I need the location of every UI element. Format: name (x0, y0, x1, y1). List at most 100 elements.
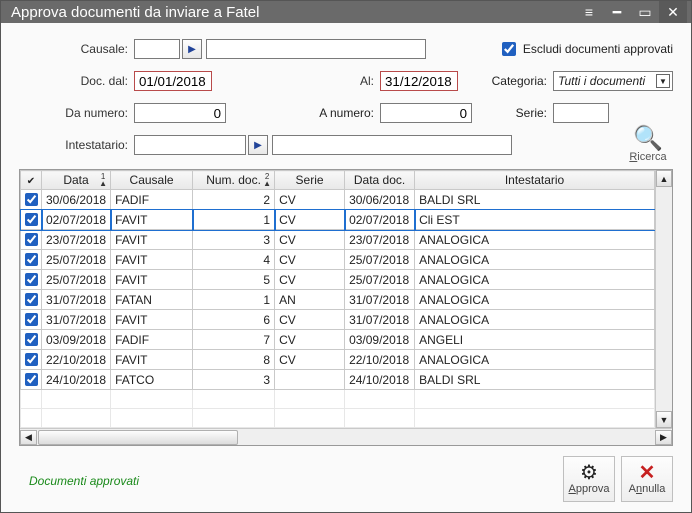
row-checkbox[interactable] (25, 213, 38, 226)
horizontal-scrollbar[interactable]: ◀ ▶ (20, 428, 672, 445)
da-numero-input[interactable] (134, 103, 226, 123)
row-checkbox[interactable] (25, 313, 38, 326)
serie-input[interactable] (553, 103, 609, 123)
cell-serie: CV (275, 270, 345, 290)
col-intest[interactable]: Intestatario (415, 171, 655, 190)
table-row[interactable]: 03/09/2018FADIF7CV03/09/2018ANGELI (21, 330, 655, 350)
cell-data: 30/06/2018 (42, 190, 111, 210)
cell-data: 03/09/2018 (42, 330, 111, 350)
escludi-approvati-input[interactable] (502, 42, 516, 56)
minimize-button[interactable]: ━ (603, 1, 631, 23)
table-row[interactable]: 22/10/2018FAVIT8CV22/10/2018ANALOGICA (21, 350, 655, 370)
col-causale[interactable]: Causale (111, 171, 193, 190)
cell-data: 31/07/2018 (42, 310, 111, 330)
intestatario-code-input[interactable] (134, 135, 246, 155)
row-checkbox[interactable] (25, 353, 38, 366)
cell-numdoc: 3 (193, 230, 275, 250)
col-serie[interactable]: Serie (275, 171, 345, 190)
causale-code-input[interactable] (134, 39, 180, 59)
label-serie: Serie: (491, 106, 553, 120)
doc-dal-input[interactable] (134, 71, 212, 91)
row-checkbox[interactable] (25, 293, 38, 306)
categoria-select[interactable]: Tutti i documenti ▼ (553, 71, 673, 91)
table-row[interactable]: 25/07/2018FAVIT4CV25/07/2018ANALOGICA (21, 250, 655, 270)
menu-button[interactable]: ≡ (575, 1, 603, 23)
table-row[interactable]: 30/06/2018FADIF2CV30/06/2018BALDI SRL (21, 190, 655, 210)
scroll-thumb[interactable] (38, 430, 238, 445)
label-anumero: A numero: (304, 106, 380, 120)
escludi-approvati-checkbox[interactable]: Escludi documenti approvati (498, 39, 673, 59)
cell-causale: FADIF (111, 190, 193, 210)
cell-datadoc: 02/07/2018 (345, 210, 415, 230)
a-numero-input[interactable] (380, 103, 472, 123)
cell-numdoc: 6 (193, 310, 275, 330)
row-checkbox[interactable] (25, 193, 38, 206)
documents-table[interactable]: ✔ Data1▲ Causale Num. doc.2▲ Serie Data … (20, 170, 655, 428)
scroll-left-arrow[interactable]: ◀ (20, 430, 37, 445)
row-checkbox[interactable] (25, 373, 38, 386)
approva-button[interactable]: ⚙ Approva (563, 456, 615, 502)
cell-causale: FAVIT (111, 230, 193, 250)
cell-datadoc: 23/07/2018 (345, 230, 415, 250)
causale-desc-input[interactable] (206, 39, 426, 59)
cell-intest: ANALOGICA (415, 230, 655, 250)
cell-causale: FAVIT (111, 350, 193, 370)
cell-intest: ANALOGICA (415, 250, 655, 270)
search-icon: 🔍 (623, 127, 673, 151)
table-row[interactable]: 31/07/2018FATAN1AN31/07/2018ANALOGICA (21, 290, 655, 310)
cell-intest: ANALOGICA (415, 350, 655, 370)
cell-serie: CV (275, 350, 345, 370)
doc-al-input[interactable] (380, 71, 458, 91)
vertical-scrollbar[interactable]: ▲ ▼ (655, 170, 672, 428)
legend-approvati: Documenti approvati (29, 474, 557, 502)
ricerca-button[interactable]: 🔍 Ricerca (623, 127, 673, 163)
escludi-approvati-label: Escludi documenti approvati (523, 42, 673, 56)
label-categoria: Categoria: (491, 74, 553, 88)
title-bar: Approva documenti da inviare a Fatel ≡ ━… (1, 1, 691, 23)
cell-numdoc: 1 (193, 290, 275, 310)
intestatario-desc-input[interactable] (272, 135, 512, 155)
scroll-right-arrow[interactable]: ▶ (655, 430, 672, 445)
cell-numdoc: 1 (193, 210, 275, 230)
intestatario-lookup-button[interactable]: ▶ (248, 135, 268, 155)
cell-serie: CV (275, 310, 345, 330)
cell-serie: CV (275, 330, 345, 350)
cell-causale: FADIF (111, 330, 193, 350)
maximize-button[interactable]: ▭ (631, 1, 659, 23)
table-row[interactable]: 24/10/2018FATCO324/10/2018BALDI SRL (21, 370, 655, 390)
col-data[interactable]: Data1▲ (42, 171, 111, 190)
table-row: ....... (21, 390, 655, 409)
annulla-button[interactable]: ✕ Annulla (621, 456, 673, 502)
table-row: ....... (21, 409, 655, 428)
table-row[interactable]: 02/07/2018FAVIT1CV02/07/2018Cli EST (21, 210, 655, 230)
col-check[interactable]: ✔ (21, 171, 42, 190)
col-datadoc[interactable]: Data doc. (345, 171, 415, 190)
scroll-down-arrow[interactable]: ▼ (656, 411, 672, 428)
cell-causale: FAVIT (111, 210, 193, 230)
cell-causale: FATCO (111, 370, 193, 390)
causale-lookup-button[interactable]: ▶ (182, 39, 202, 59)
filter-panel: Causale: ▶ Escludi documenti approvati D… (1, 23, 691, 169)
gear-icon: ⚙ (580, 463, 598, 483)
row-checkbox[interactable] (25, 273, 38, 286)
cell-numdoc: 3 (193, 370, 275, 390)
cell-data: 31/07/2018 (42, 290, 111, 310)
chevron-down-icon: ▼ (656, 74, 670, 88)
cell-intest: BALDI SRL (415, 370, 655, 390)
row-checkbox[interactable] (25, 233, 38, 246)
window-title: Approva documenti da inviare a Fatel (11, 4, 575, 21)
cell-causale: FAVIT (111, 250, 193, 270)
table-row[interactable]: 25/07/2018FAVIT5CV25/07/2018ANALOGICA (21, 270, 655, 290)
col-numdoc[interactable]: Num. doc.2▲ (193, 171, 275, 190)
row-checkbox[interactable] (25, 253, 38, 266)
cell-numdoc: 8 (193, 350, 275, 370)
row-checkbox[interactable] (25, 333, 38, 346)
cell-numdoc: 7 (193, 330, 275, 350)
table-row[interactable]: 23/07/2018FAVIT3CV23/07/2018ANALOGICA (21, 230, 655, 250)
cell-intest: ANALOGICA (415, 310, 655, 330)
close-button[interactable]: ✕ (659, 1, 687, 23)
cell-serie: CV (275, 190, 345, 210)
scroll-up-arrow[interactable]: ▲ (656, 170, 672, 187)
table-row[interactable]: 31/07/2018FAVIT6CV31/07/2018ANALOGICA (21, 310, 655, 330)
close-icon: ✕ (639, 463, 656, 483)
